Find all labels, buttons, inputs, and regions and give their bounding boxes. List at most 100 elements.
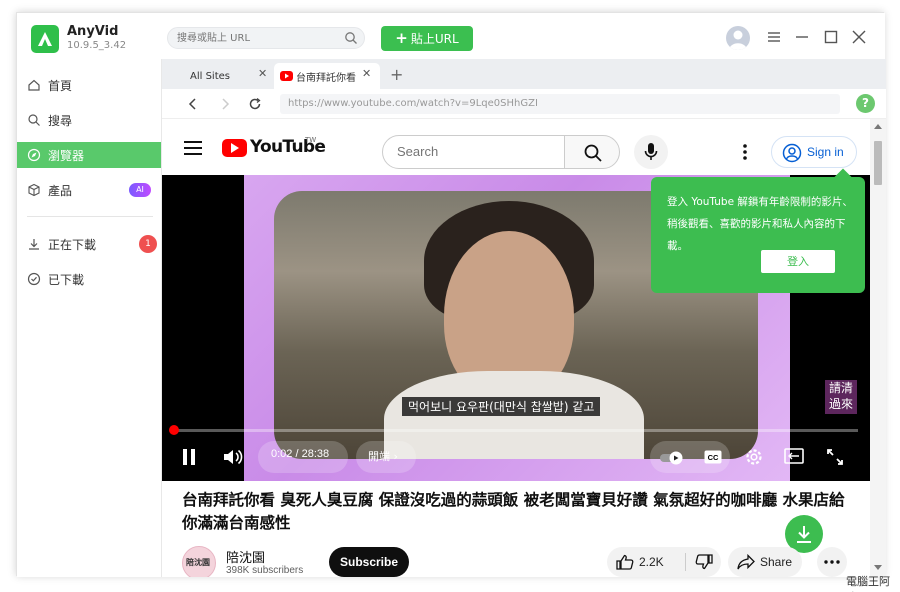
subscribe-button[interactable]: Subscribe: [329, 547, 409, 577]
close-tab-icon[interactable]: ✕: [362, 67, 371, 80]
settings-icon[interactable]: [744, 447, 764, 467]
check-circle-icon: [27, 272, 41, 286]
captions-icon[interactable]: CC: [704, 450, 722, 464]
search-icon: [584, 144, 602, 162]
paste-url-button[interactable]: + 貼上URL: [381, 26, 473, 51]
sign-in-label: Sign in: [807, 145, 844, 159]
autoplay-toggle-icon[interactable]: [660, 451, 690, 465]
app-window: AnyVid 10.9.5_3.42 +貼上URL 首頁 搜尋 瀏覽器: [16, 12, 886, 577]
login-button[interactable]: 登入: [761, 250, 835, 273]
tab-label: 台南拜託你看: [296, 72, 356, 84]
login-popup: 登入 YouTube 解鎖有年齡限制的影片、稍後觀看、喜歡的影片和私人內容的下載…: [651, 168, 865, 293]
channel-avatar[interactable]: 陪沈園: [182, 546, 216, 577]
app-name: AnyVid: [67, 24, 119, 39]
progress-bar[interactable]: [174, 429, 858, 432]
forward-icon[interactable]: [218, 97, 232, 111]
menu-icon[interactable]: [765, 28, 783, 46]
app-logo: [31, 25, 59, 53]
account-icon: [782, 143, 802, 163]
new-tab-button[interactable]: +: [390, 65, 403, 84]
compass-icon: [27, 148, 41, 162]
help-icon[interactable]: ?: [856, 94, 875, 113]
share-button[interactable]: Share: [728, 547, 802, 577]
maximize-icon[interactable]: [822, 28, 840, 46]
user-avatar[interactable]: [726, 26, 750, 50]
corner-watermark: 電腦王阿達: [846, 575, 890, 592]
more-options-icon[interactable]: [742, 143, 748, 161]
sidebar-item-downloaded[interactable]: 已下載: [17, 266, 161, 292]
svg-text:CC: CC: [708, 453, 719, 462]
more-horizontal-icon: [824, 560, 840, 564]
ai-badge: AI: [129, 183, 151, 197]
miniplayer-icon[interactable]: [784, 448, 804, 464]
fullscreen-icon[interactable]: [826, 448, 844, 466]
microphone-icon: [644, 143, 658, 160]
hamburger-menu-icon[interactable]: [184, 141, 202, 155]
youtube-search-button[interactable]: [564, 135, 620, 169]
sidebar-item-label: 首頁: [48, 78, 73, 93]
share-icon: [737, 554, 755, 570]
sidebar-item-label: 瀏覽器: [48, 148, 85, 163]
navigation-bar: https://www.youtube.com/watch?v=9Lqe0SHh…: [162, 89, 886, 119]
sidebar-item-label: 產品: [48, 183, 73, 198]
search-icon[interactable]: [344, 31, 358, 45]
sidebar-item-browser[interactable]: 瀏覽器: [17, 142, 161, 168]
title-bar: AnyVid 10.9.5_3.42 +貼上URL: [17, 13, 885, 59]
voice-search-button[interactable]: [634, 135, 668, 169]
channel-avatar-text: 陪沈園: [186, 558, 210, 567]
search-icon: [28, 114, 40, 126]
sidebar-divider: [27, 216, 153, 217]
like-dislike-group: 2.2K: [607, 547, 721, 577]
youtube-page: YouTube TW Sign in: [162, 119, 870, 577]
volume-icon[interactable]: [222, 447, 244, 467]
youtube-search-box[interactable]: [382, 135, 565, 169]
app-version: 10.9.5_3.42: [67, 40, 127, 51]
video-watermark: 請清 過來: [825, 380, 857, 414]
url-search-input[interactable]: [177, 31, 342, 46]
pause-icon[interactable]: [182, 448, 196, 466]
download-arrow-icon: [797, 526, 811, 543]
time-display: 0:02 / 28:38: [271, 448, 330, 460]
thumbs-down-icon[interactable]: [695, 554, 713, 570]
channel-name[interactable]: 陪沈園: [226, 547, 265, 566]
sidebar-item-label: 搜尋: [48, 113, 73, 128]
scroll-down-icon[interactable]: [874, 565, 882, 571]
scroll-up-icon[interactable]: [874, 123, 882, 129]
subtitle-text: 먹어보니 요우판(대만식 찹쌀밥) 같고: [402, 397, 601, 416]
back-icon[interactable]: [186, 97, 200, 111]
sidebar-item-home[interactable]: 首頁: [17, 72, 161, 98]
like-count[interactable]: 2.2K: [639, 555, 664, 569]
url-search-box[interactable]: [167, 27, 365, 49]
address-bar[interactable]: https://www.youtube.com/watch?v=9Lqe0SHh…: [280, 94, 840, 114]
page-scrollbar[interactable]: [870, 119, 886, 577]
sidebar-item-label: 已下載: [48, 272, 85, 287]
sign-in-button[interactable]: Sign in: [771, 136, 857, 168]
chapter-button[interactable]: 開端 ›: [368, 448, 398, 464]
paste-url-label: 貼上URL: [410, 32, 459, 46]
minimize-icon[interactable]: [793, 28, 811, 46]
plus-icon: +: [395, 29, 408, 47]
download-icon: [29, 239, 39, 250]
sidebar-item-search[interactable]: 搜尋: [17, 107, 161, 133]
tab-bar: All Sites ✕ 台南拜託你看 ✕ +: [162, 59, 886, 89]
tab-label: All Sites: [190, 70, 230, 82]
close-tab-icon[interactable]: ✕: [258, 67, 267, 80]
region-code: TW: [305, 136, 317, 144]
login-popup-text: 登入 YouTube 解鎖有年齡限制的影片、稍後觀看、喜歡的影片和私人內容的下載…: [667, 196, 853, 252]
sidebar-item-products[interactable]: 產品 AI: [17, 177, 161, 203]
youtube-logo-icon[interactable]: [222, 139, 247, 157]
download-count-badge: 1: [139, 235, 157, 253]
share-label: Share: [760, 555, 793, 569]
more-actions-button[interactable]: [817, 547, 847, 577]
scroll-thumb[interactable]: [874, 141, 882, 185]
home-icon: [28, 79, 40, 91]
youtube-favicon-icon: [280, 71, 293, 81]
sidebar-item-label: 正在下載: [48, 237, 97, 252]
reload-icon[interactable]: [248, 97, 262, 111]
sidebar-item-downloading[interactable]: 正在下載 1: [17, 231, 161, 257]
thumbs-up-icon[interactable]: [616, 554, 634, 570]
video-title: 台南拜託你看 臭死人臭豆腐 保證沒吃過的蒜頭飯 被老闆當寶貝好讚 氣氛超好的咖啡…: [182, 491, 845, 532]
progress-scrubber[interactable]: [169, 425, 179, 435]
close-icon[interactable]: [850, 28, 868, 46]
youtube-search-input[interactable]: [397, 144, 547, 159]
